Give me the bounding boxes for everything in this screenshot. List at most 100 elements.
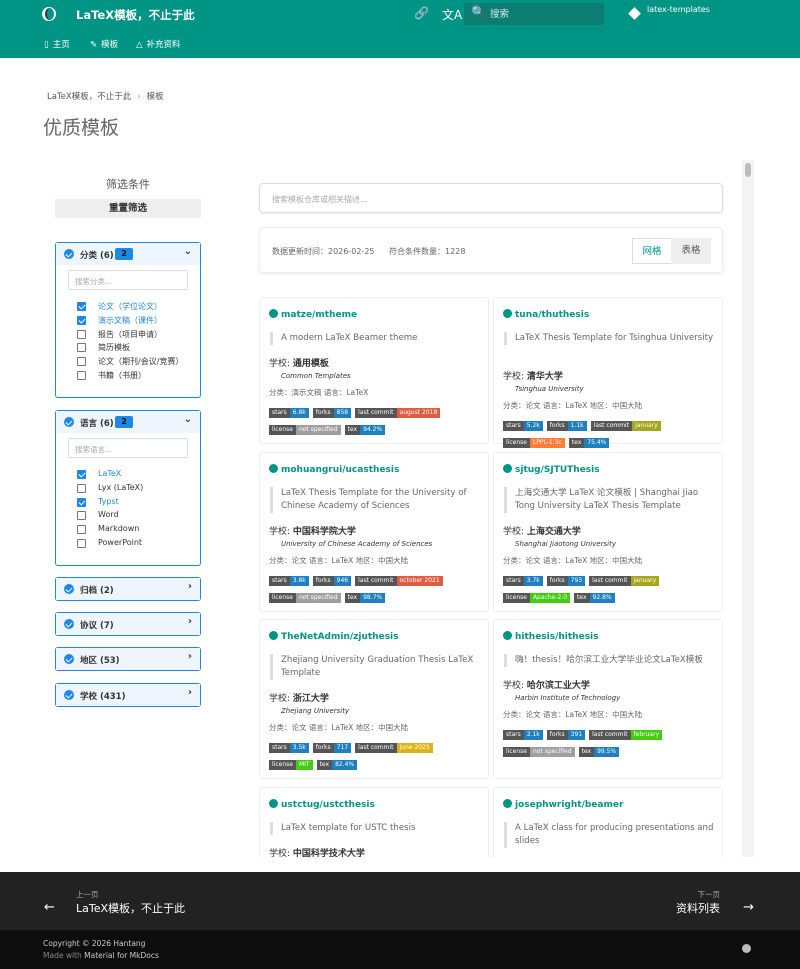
github-icon[interactable] [742, 944, 751, 953]
checkbox[interactable] [77, 539, 86, 548]
badge-value: 5.2k [523, 421, 543, 431]
search-bar[interactable]: 🔍 [464, 3, 604, 25]
badge[interactable]: license MIT [269, 760, 313, 770]
template-card[interactable]: hithesis/hithesis 嗨！thesis！哈尔滨工业大学毕业论文LaT… [493, 619, 723, 779]
repo-name-link[interactable]: hithesis/hithesis [503, 631, 599, 642]
filter-header[interactable]: 地区 (53) › [56, 648, 200, 670]
school-english: Tsinghua University [515, 385, 584, 393]
scrollbar[interactable] [742, 160, 754, 857]
checkbox[interactable] [77, 302, 86, 311]
checkbox[interactable] [77, 357, 86, 366]
badge[interactable]: license LPPL-1.3c [503, 438, 565, 448]
checkbox[interactable] [77, 511, 86, 520]
badge[interactable]: last commit january [590, 421, 661, 431]
badge[interactable]: last commit january [589, 576, 660, 586]
badge[interactable]: tex 99.5% [578, 747, 620, 757]
link-icon[interactable]: 🔗 [414, 6, 429, 20]
badge[interactable]: tex 75.4% [568, 438, 610, 448]
filter-header[interactable]: 分类 (6) 2 ⌄ [56, 243, 200, 265]
scrollbar-thumb[interactable] [745, 163, 751, 177]
filter-search-input[interactable]: 搜索语言... [68, 438, 188, 458]
template-card[interactable]: josephwright/beamer A LaTeX class for pro… [493, 787, 723, 857]
checkbox[interactable] [77, 470, 86, 479]
badge[interactable]: last commit february [589, 730, 663, 740]
filter-header[interactable]: 协议 (7) › [56, 613, 200, 635]
site-logo[interactable] [42, 7, 56, 21]
tab-templates[interactable]: ✎ 模板 [90, 38, 118, 50]
badge[interactable]: forks 1.1k [546, 421, 587, 431]
filter-header[interactable]: 学校 (431) › [56, 684, 200, 706]
made-with: Made with Material for MkDocs [43, 951, 159, 960]
filter-search-input[interactable]: 搜索分类... [68, 270, 188, 290]
prev-page-link[interactable]: LaTeX模板，不止于此 [76, 900, 185, 916]
badge[interactable]: tex 98.7% [344, 593, 386, 603]
badge[interactable]: forks 793 [546, 576, 586, 586]
arrow-right-icon[interactable]: → [743, 900, 754, 915]
badge[interactable]: last commit october 2021 [355, 576, 443, 586]
checkbox[interactable] [77, 525, 86, 534]
template-search-input[interactable]: 搜索模板仓库或相关描述... [259, 183, 723, 213]
search-input[interactable] [490, 6, 595, 22]
breadcrumb-item[interactable]: 模板 [147, 92, 164, 102]
badge-value: october 2021 [396, 576, 443, 586]
filter-group-archive[interactable]: 归档 (2) › [55, 577, 201, 601]
filter-header[interactable]: 归档 (2) › [56, 578, 200, 600]
table-view-button[interactable]: 表格 [671, 238, 711, 264]
repo-name-link[interactable]: ustctug/ustcthesis [269, 799, 375, 810]
reset-filter-button[interactable]: 重置筛选 [55, 199, 201, 218]
filter-group-region[interactable]: 地区 (53) › [55, 647, 201, 671]
checkbox[interactable] [77, 371, 86, 380]
filter-group-license[interactable]: 协议 (7) › [55, 612, 201, 636]
repo-name-link[interactable]: sjtug/SJTUThesis [503, 464, 600, 475]
breadcrumb-item[interactable]: LaTeX模板，不止于此 [47, 92, 131, 102]
template-card[interactable]: TheNetAdmin/zjuthesis Zhejiang University… [259, 619, 489, 779]
badge[interactable]: forks 858 [312, 408, 352, 418]
template-card[interactable]: ustctug/ustcthesis LaTeX template for UST… [259, 787, 489, 857]
checkbox[interactable] [77, 343, 86, 352]
badge[interactable]: forks 717 [312, 743, 352, 753]
option-label: 书籍（书册） [98, 371, 146, 380]
checkbox[interactable] [77, 316, 86, 325]
grid-view-button[interactable]: 网格 [632, 238, 672, 264]
checkbox[interactable] [77, 330, 86, 339]
tab-home[interactable]: ▯ 主页 [44, 38, 70, 50]
badge[interactable]: license not specified [503, 747, 575, 757]
badge[interactable]: stars 3.5k [269, 743, 309, 753]
repo-name-link[interactable]: tuna/thuthesis [503, 309, 589, 320]
badge[interactable]: license not specified [269, 425, 341, 435]
template-card[interactable]: matze/mtheme A modern LaTeX Beamer theme 学… [259, 297, 489, 444]
mkdocs-link[interactable]: Material for MkDocs [84, 951, 159, 960]
badge[interactable]: license Apache-2.0 [503, 593, 571, 603]
template-card[interactable]: tuna/thuthesis LaTeX Thesis Template for … [493, 297, 723, 448]
next-page-link[interactable]: 资料列表 [676, 900, 720, 916]
badge[interactable]: stars 3.8k [269, 576, 309, 586]
repo-name-link[interactable]: mohuangrui/ucasthesis [269, 464, 399, 475]
badge[interactable]: stars 6.8k [269, 408, 309, 418]
badge[interactable]: last commit june 2025 [355, 743, 433, 753]
template-card[interactable]: sjtug/SJTUThesis 上海交通大学 LaTeX 论文模板 | Shan… [493, 452, 723, 612]
site-title[interactable]: LaTeX模板，不止于此 [76, 7, 195, 23]
translate-icon[interactable]: 文A [442, 6, 462, 23]
badge[interactable]: last commit august 2018 [355, 408, 441, 418]
badge[interactable]: tex 92.8% [574, 593, 615, 603]
badge[interactable]: stars 5.2k [503, 421, 543, 431]
repo-name-link[interactable]: matze/mtheme [269, 309, 357, 320]
repo-name-link[interactable]: josephwright/beamer [503, 799, 623, 810]
filter-header[interactable]: 语言 (6) 2 ⌄ [56, 411, 200, 433]
tab-resources[interactable]: △ 补充资料 [136, 38, 181, 50]
checkbox[interactable] [77, 484, 86, 493]
badge[interactable]: forks 946 [312, 576, 352, 586]
arrow-left-icon[interactable]: ← [44, 900, 55, 915]
template-card[interactable]: mohuangrui/ucasthesis LaTeX Thesis Templa… [259, 452, 489, 612]
filter-group-school[interactable]: 学校 (431) › [55, 683, 201, 707]
badge[interactable]: license not specified [269, 593, 341, 603]
badge[interactable]: tex 94.2% [344, 425, 386, 435]
badge[interactable]: forks 391 [546, 730, 586, 740]
badge-value: 92.8% [589, 593, 615, 603]
repo-name-link[interactable]: TheNetAdmin/zjuthesis [269, 631, 399, 642]
badge[interactable]: tex 82.4% [316, 760, 358, 770]
checkbox[interactable] [77, 498, 86, 507]
badge-list: stars 5.2k forks 1.1k last commit january lice… [503, 421, 718, 455]
badge[interactable]: stars 3.7k [503, 576, 543, 586]
badge[interactable]: stars 2.1k [503, 730, 543, 740]
